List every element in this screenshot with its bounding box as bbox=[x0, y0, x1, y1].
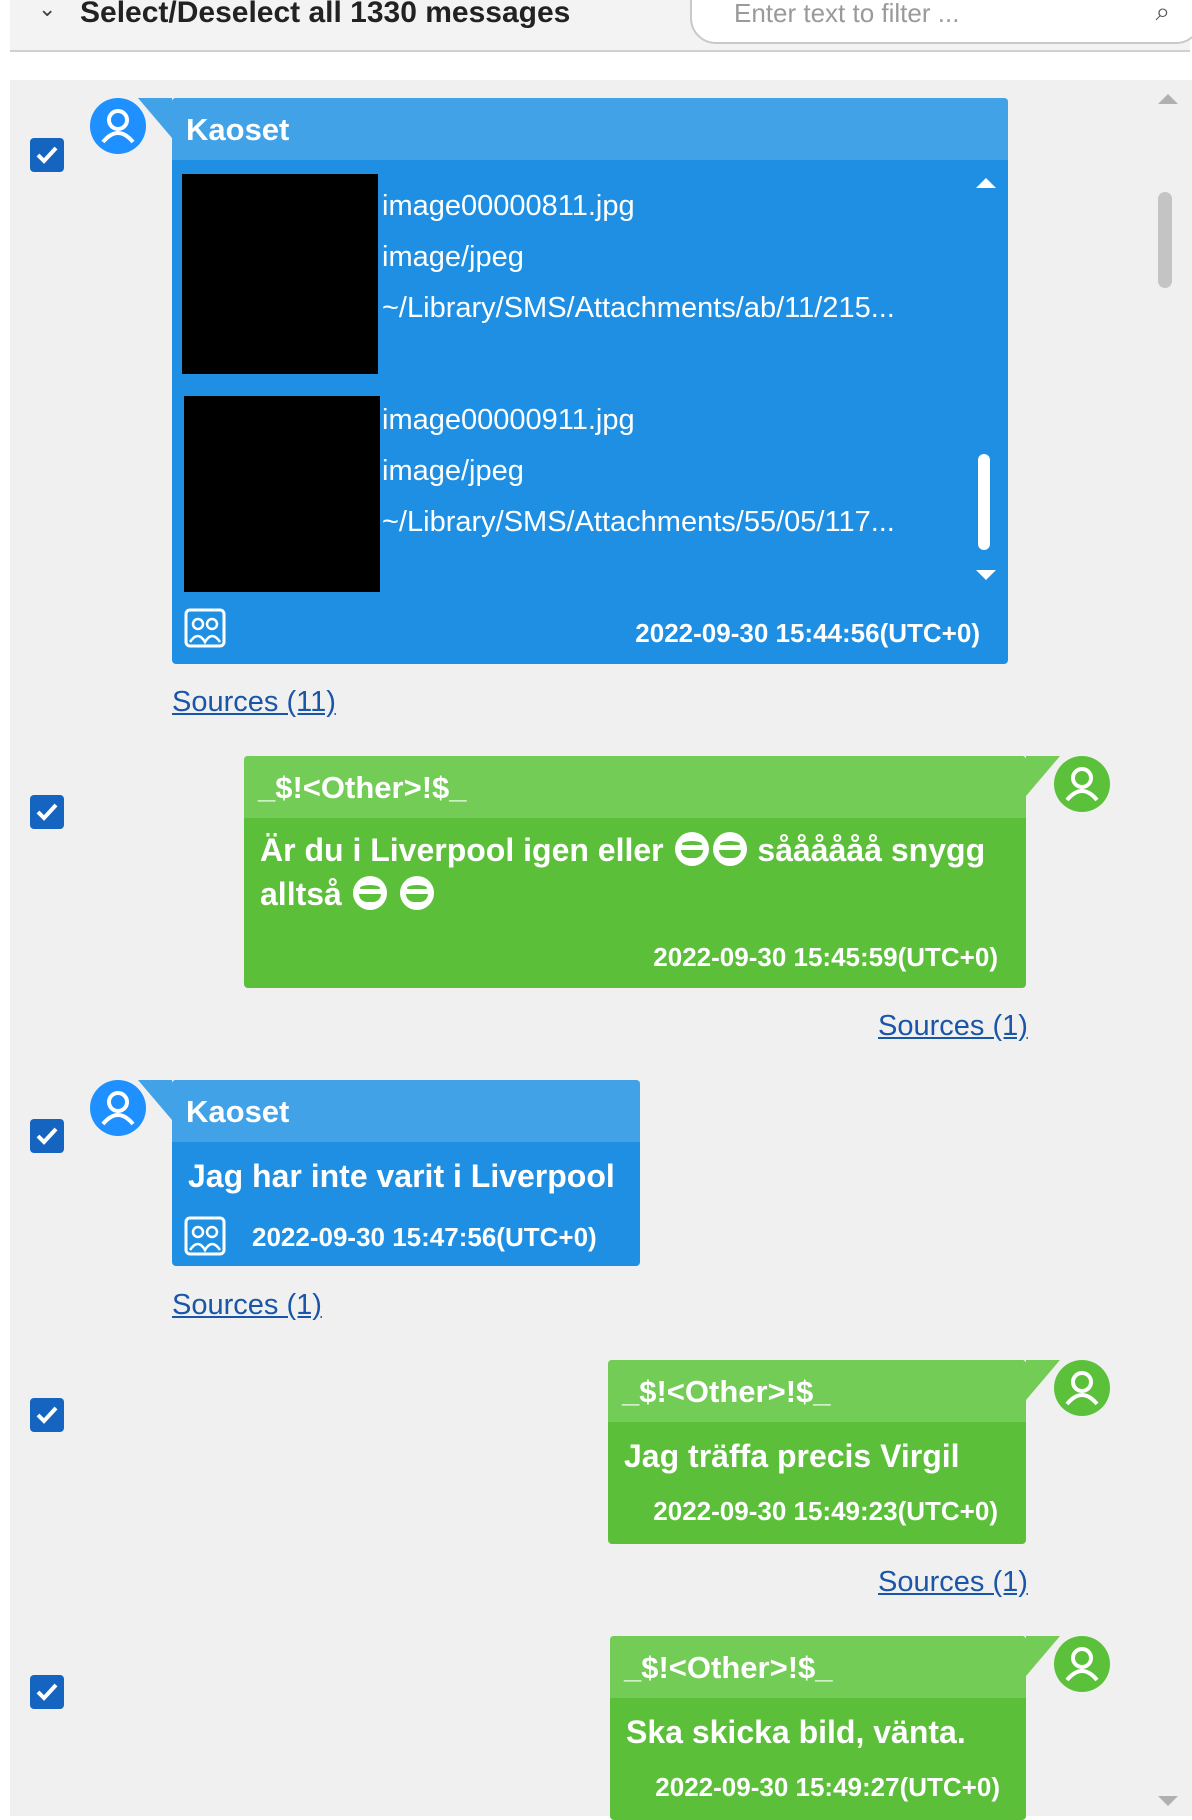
select-all-toggle[interactable]: Select/Deselect all 1330 messages bbox=[80, 0, 570, 30]
sources-link[interactable]: Sources (11) bbox=[172, 686, 336, 719]
scroll-up-arrow-icon[interactable] bbox=[1158, 94, 1178, 104]
sender-name: Kaoset bbox=[186, 112, 290, 147]
scrollbar-thumb[interactable] bbox=[1158, 192, 1172, 288]
scroll-down-arrow-icon[interactable] bbox=[1158, 1796, 1178, 1806]
attachment-path: ~/Library/SMS/Attachments/ab/11/215... bbox=[382, 292, 895, 324]
attachment-name[interactable]: image00000911.jpg bbox=[382, 404, 635, 437]
grinning-emoji-icon bbox=[674, 832, 709, 866]
message-timestamp: 2022-09-30 15:44:56(UTC+0) bbox=[635, 618, 980, 648]
sender-name: _$!<Other>!$_ bbox=[258, 770, 467, 805]
bubble-header: _$!<Other>!$_ bbox=[610, 1636, 1026, 1698]
message-bubble[interactable]: _$!<Other>!$_ Ska skicka bild, vänta. 20… bbox=[610, 1636, 1026, 1820]
attachment-mime: image/jpeg bbox=[382, 241, 524, 273]
message-checkbox[interactable] bbox=[30, 1398, 64, 1432]
bubble-header: Kaoset bbox=[172, 98, 1008, 160]
sender-name: _$!<Other>!$_ bbox=[624, 1650, 833, 1685]
sources-link[interactable]: Sources (1) bbox=[172, 1289, 322, 1322]
grinning-emoji-icon bbox=[399, 876, 434, 910]
attachment-path: ~/Library/SMS/Attachments/55/05/117... bbox=[382, 506, 895, 538]
message-text-line1-end: såååååå snygg bbox=[757, 832, 986, 868]
message-text: Jag har inte varit i Liverpool bbox=[188, 1158, 615, 1194]
chevron-down-icon[interactable]: ⌄ bbox=[38, 0, 56, 22]
sender-name: Kaoset bbox=[186, 1094, 290, 1129]
scrollbar[interactable] bbox=[1150, 80, 1192, 1816]
message-timestamp: 2022-09-30 15:49:23(UTC+0) bbox=[653, 1496, 998, 1526]
message-text: Jag träffa precis Virgil bbox=[624, 1438, 960, 1474]
message-checkbox[interactable] bbox=[30, 1119, 64, 1153]
message-text-line2: alltså bbox=[260, 876, 342, 912]
sender-name: _$!<Other>!$_ bbox=[622, 1374, 831, 1409]
message-bubble[interactable]: _$!<Other>!$_ Jag träffa precis Virgil 2… bbox=[608, 1360, 1026, 1544]
message-bubble[interactable]: Kaoset image00000811.jpg image/jpeg ~/Li… bbox=[172, 98, 1008, 664]
toolbar: ⌄ Select/Deselect all 1330 messages Ente… bbox=[10, 0, 1192, 52]
attachment-mime: image/jpeg bbox=[382, 455, 524, 487]
attachment-thumbnail[interactable] bbox=[184, 396, 380, 592]
contact-avatar-icon bbox=[1054, 1636, 1110, 1692]
grinning-emoji-icon bbox=[712, 832, 747, 866]
message-bubble[interactable]: _$!<Other>!$_ Är du i Liverpool igen ell… bbox=[244, 756, 1026, 988]
attachments-scroll-up-icon[interactable] bbox=[976, 178, 996, 188]
sources-link[interactable]: Sources (1) bbox=[878, 1010, 1028, 1043]
heart-eyes-emoji-icon bbox=[352, 876, 387, 910]
attachments-scroll-down-icon[interactable] bbox=[976, 570, 996, 580]
attachments-scroll-thumb[interactable] bbox=[978, 454, 990, 550]
message-text: Är du i Liverpool igen eller såååååå sny… bbox=[260, 828, 1020, 916]
message-timestamp: 2022-09-30 15:49:27(UTC+0) bbox=[655, 1772, 1000, 1802]
attachment-name[interactable]: image00000811.jpg bbox=[382, 190, 635, 223]
message-text: Ska skicka bild, vänta. bbox=[626, 1714, 966, 1750]
bubble-tail bbox=[138, 98, 172, 138]
sources-link[interactable]: Sources (1) bbox=[878, 1566, 1028, 1599]
filter-input[interactable]: Enter text to filter ... ⌕ bbox=[690, 0, 1192, 44]
search-icon[interactable]: ⌕ bbox=[1155, 0, 1170, 28]
contact-avatar-icon bbox=[1054, 756, 1110, 812]
bubble-tail bbox=[138, 1080, 172, 1120]
message-timestamp: 2022-09-30 15:47:56(UTC+0) bbox=[252, 1222, 597, 1252]
attachment-thumbnail[interactable] bbox=[182, 174, 378, 374]
source-device-icon bbox=[184, 608, 226, 648]
bubble-header: Kaoset bbox=[172, 1080, 640, 1142]
bubble-header: _$!<Other>!$_ bbox=[608, 1360, 1026, 1422]
message-checkbox[interactable] bbox=[30, 138, 64, 172]
message-checkbox[interactable] bbox=[30, 1675, 64, 1709]
message-timestamp: 2022-09-30 15:45:59(UTC+0) bbox=[653, 942, 998, 972]
message-text-line1: Är du i Liverpool igen eller bbox=[260, 832, 664, 868]
source-device-icon bbox=[184, 1216, 226, 1256]
message-bubble[interactable]: Kaoset Jag har inte varit i Liverpool 20… bbox=[172, 1080, 640, 1266]
bubble-header: _$!<Other>!$_ bbox=[244, 756, 1026, 818]
message-checkbox[interactable] bbox=[30, 795, 64, 829]
filter-placeholder: Enter text to filter ... bbox=[734, 0, 960, 28]
contact-avatar-icon bbox=[1054, 1360, 1110, 1416]
